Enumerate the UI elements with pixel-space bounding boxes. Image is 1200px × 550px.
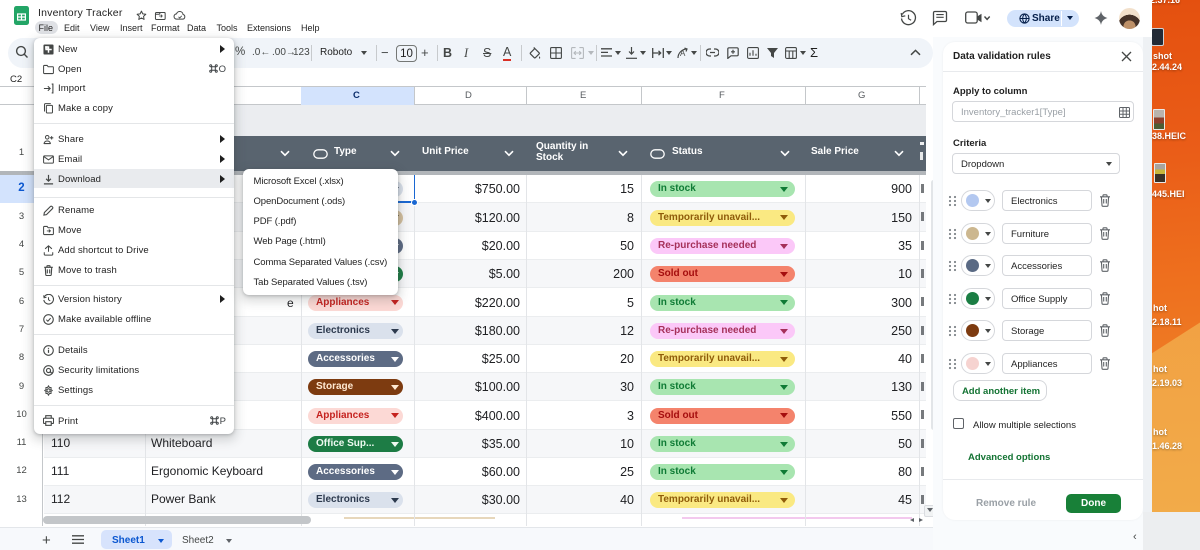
svg-text:A: A: [680, 49, 686, 58]
